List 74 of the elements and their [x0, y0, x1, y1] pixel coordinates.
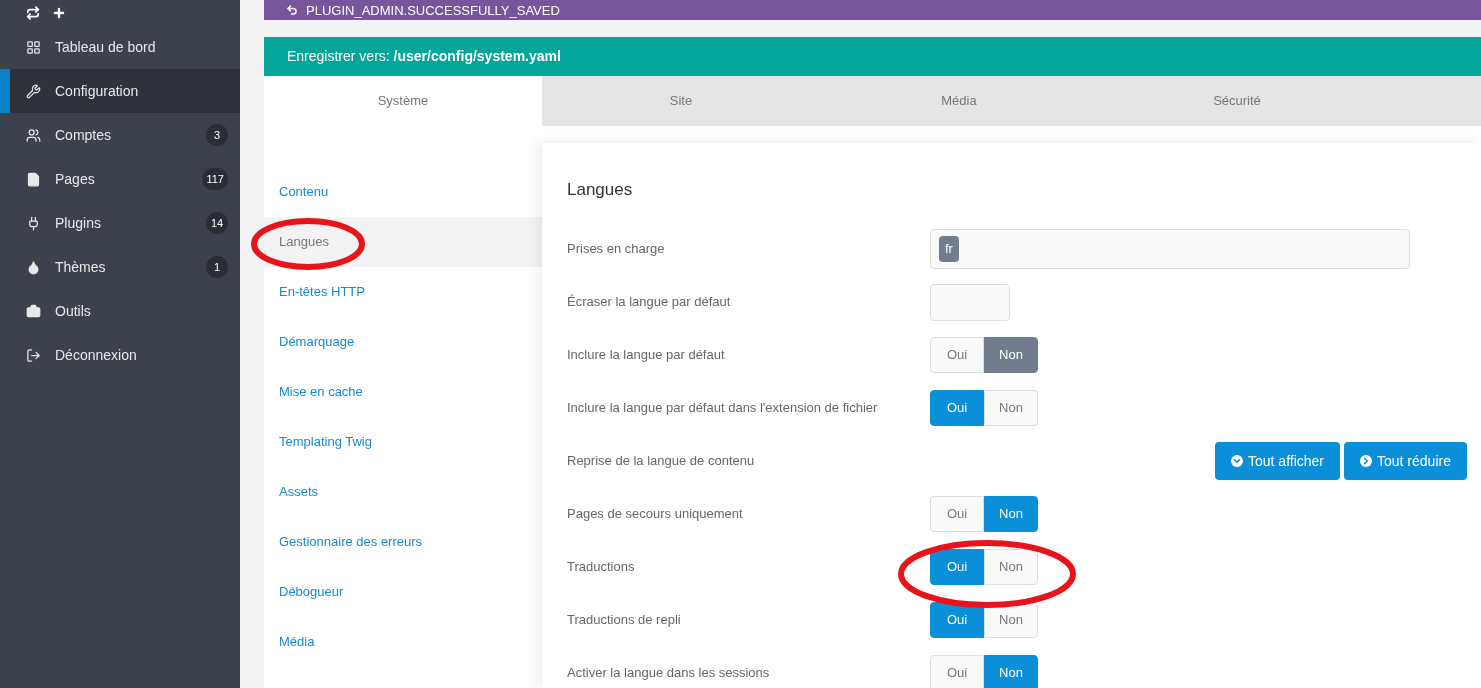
undo-icon	[286, 4, 298, 16]
toggle-option[interactable]: Non	[984, 655, 1038, 688]
briefcase-icon	[26, 303, 41, 319]
sidebar-item[interactable]: Déconnexion	[0, 333, 240, 377]
section-link[interactable]: Démarquage	[264, 317, 542, 367]
section-link[interactable]: Templating Twig	[264, 417, 542, 467]
action-button[interactable]: Tout réduire	[1344, 442, 1467, 480]
notice-text: PLUGIN_ADMIN.SUCCESSFULLY_SAVED	[306, 3, 560, 17]
sidebar-label: Tableau de bord	[55, 37, 157, 57]
section-link[interactable]: Assets	[264, 467, 542, 517]
field-label: Traductions de repli	[567, 611, 682, 630]
toggle-option[interactable]: Non	[984, 337, 1038, 373]
section-link[interactable]: Gestionnaire des erreurs	[264, 517, 542, 567]
drop-icon	[26, 259, 41, 275]
sidebar-label: Déconnexion	[55, 345, 138, 365]
document-icon	[26, 171, 41, 187]
sidebar-label: Outils	[55, 301, 92, 321]
tags-field[interactable]: fr	[930, 229, 1410, 269]
sidebar-label: Plugins	[55, 213, 102, 233]
section-link[interactable]: Langues	[264, 217, 542, 267]
field-label: Inclure la langue par défaut	[567, 346, 726, 365]
toggle-option[interactable]: Oui	[930, 655, 984, 688]
field-label: Reprise de la langue de contenu	[567, 452, 756, 471]
section-link[interactable]: En-têtes HTTP	[264, 267, 542, 317]
chevron-right-icon	[1361, 456, 1371, 466]
toggle-option[interactable]: Non	[984, 390, 1038, 426]
count-badge: 117	[202, 168, 228, 190]
toggle-option[interactable]: Oui	[930, 390, 984, 426]
sidebar-item[interactable]: Tableau de bord	[0, 25, 240, 69]
sidebar-item[interactable]: Plugins 14	[0, 201, 240, 245]
field-label: Activer la langue dans les sessions	[567, 664, 771, 683]
grid-icon	[26, 39, 41, 55]
sidebar-item[interactable]: Thèmes 1	[0, 245, 240, 289]
tab[interactable]: Système	[264, 76, 542, 126]
sidebar-label: Configuration	[55, 81, 140, 101]
panel-title: Langues	[567, 179, 634, 201]
users-icon	[26, 127, 41, 143]
tab[interactable]: Sécurité	[1098, 76, 1376, 126]
section-link[interactable]: Média	[264, 617, 542, 667]
logout-icon	[26, 347, 41, 363]
toggle-option[interactable]: Non	[984, 496, 1038, 532]
chevron-down-icon	[1232, 456, 1242, 466]
section-link[interactable]: Débogueur	[264, 567, 542, 617]
toggle-option[interactable]: Oui	[930, 549, 984, 585]
count-badge: 3	[206, 124, 228, 146]
count-badge: 1	[206, 256, 228, 278]
wrench-icon	[26, 83, 41, 99]
field-label: Pages de secours uniquement	[567, 505, 744, 524]
section-link[interactable]: Contenu	[264, 167, 542, 217]
input-field[interactable]	[930, 283, 1010, 321]
count-badge: 14	[206, 212, 228, 234]
plug-icon	[26, 215, 41, 231]
sidebar-item[interactable]: Configuration	[0, 69, 240, 113]
toggle-option[interactable]: Non	[984, 549, 1038, 585]
sidebar-item[interactable]: Pages 117	[0, 157, 240, 201]
toggle-option[interactable]: Oui	[930, 337, 984, 373]
plus-icon[interactable]	[52, 5, 66, 20]
save-path-text: Enregistrer vers: /user/config/system.yaml	[287, 47, 561, 66]
sidebar-label: Thèmes	[55, 257, 107, 277]
tab[interactable]: Média	[820, 76, 1098, 126]
toggle-option[interactable]: Oui	[930, 496, 984, 532]
section-link[interactable]: Mise en cache	[264, 367, 542, 417]
repeat-icon[interactable]	[26, 5, 40, 20]
language-tag: fr	[939, 236, 959, 262]
sidebar-label: Pages	[55, 169, 96, 189]
field-label: Prises en charge	[567, 240, 666, 259]
tab[interactable]: Site	[542, 76, 820, 126]
field-label: Traductions	[567, 558, 636, 577]
sidebar-item[interactable]: Comptes 3	[0, 113, 240, 157]
field-label: Inclure la langue par défaut dans l'extension de fichier	[567, 399, 879, 418]
sidebar-label: Comptes	[55, 125, 113, 145]
action-button[interactable]: Tout afficher	[1215, 442, 1340, 480]
sidebar-item[interactable]: Outils	[0, 289, 240, 333]
field-label: Écraser la langue par défaut	[567, 293, 732, 312]
